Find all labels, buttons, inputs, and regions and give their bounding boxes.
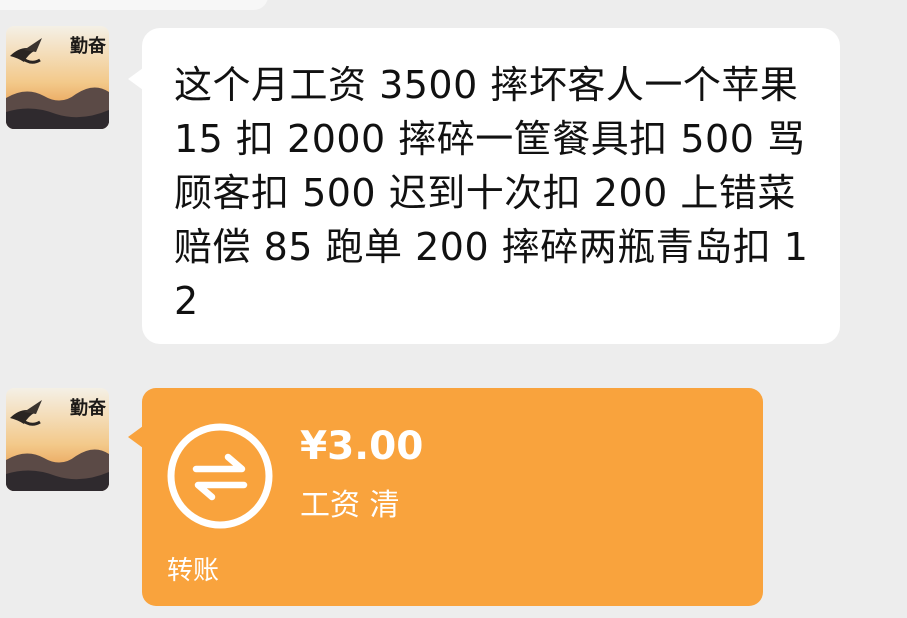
message-text: 这个月工资 3500 摔坏客人一个苹果 15 扣 2000 摔碎一筐餐具扣 50…: [174, 63, 809, 323]
avatar-caption-1: 勤奋: [70, 35, 107, 57]
transfer-message-bubble[interactable]: ¥3.00 工资 清 转账: [128, 388, 763, 606]
text-message-bubble[interactable]: 这个月工资 3500 摔坏客人一个苹果 15 扣 2000 摔碎一筐餐具扣 50…: [128, 28, 840, 344]
transfer-note: 工资 清: [300, 488, 400, 523]
sender-avatar[interactable]: 勤奋: [6, 26, 109, 129]
transfer-label: 转账: [167, 556, 220, 586]
transfer-arrows-icon: [166, 422, 274, 530]
eagle-landscape-avatar-icon: 勤奋: [6, 388, 109, 491]
avatar-caption-2: 勤奋: [70, 397, 107, 419]
previous-message-edge: [0, 0, 268, 10]
sender-avatar[interactable]: 勤奋: [6, 388, 109, 491]
transfer-amount: ¥3.00: [300, 424, 424, 469]
eagle-landscape-avatar-icon: 勤奋: [6, 26, 109, 129]
